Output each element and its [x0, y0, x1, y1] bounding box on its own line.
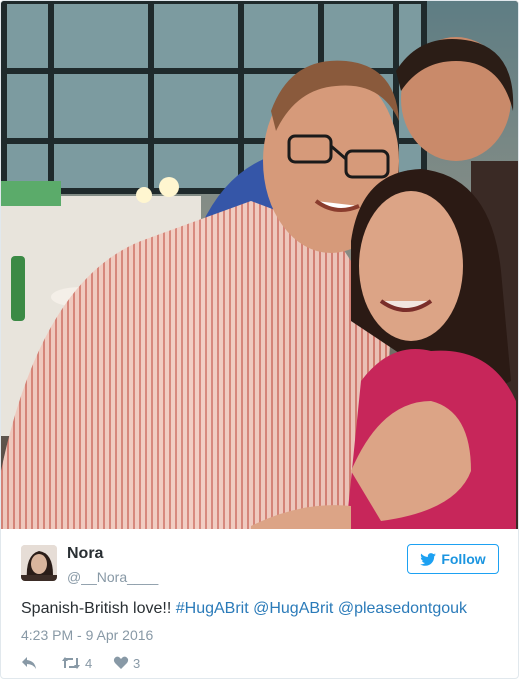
tweet-card: Nora @__Nora____ Follow Spanish-British …	[0, 0, 519, 679]
avatar-image	[21, 545, 57, 581]
retweet-icon	[62, 657, 80, 669]
display-name[interactable]: Nora	[67, 545, 103, 563]
reply-button[interactable]	[21, 656, 61, 670]
tweet-photo[interactable]	[1, 1, 518, 529]
tweet-timestamp[interactable]: 4:23 PM - 9 Apr 2016	[21, 627, 153, 643]
retweet-count: 4	[85, 655, 93, 671]
retweet-button[interactable]: 4	[61, 656, 113, 671]
tweet-text: Spanish-British love!! #HugABrit @HugABr…	[21, 599, 501, 619]
follow-button[interactable]: Follow	[407, 544, 499, 574]
like-count: 3	[133, 655, 141, 671]
like-button[interactable]: 3	[113, 656, 153, 671]
hashtag-link[interactable]: #HugABrit	[176, 600, 249, 617]
avatar[interactable]	[21, 545, 57, 581]
mention-link-pleasedontgouk[interactable]: @pleasedontgouk	[338, 600, 467, 617]
user-handle[interactable]: @__Nora____	[67, 569, 158, 585]
tweet-actions: 4 3	[21, 654, 153, 672]
mention-link-hugabrit[interactable]: @HugABrit	[253, 600, 333, 617]
reply-icon	[22, 657, 36, 669]
heart-icon	[113, 656, 129, 669]
tweet-body: Nora @__Nora____ Follow Spanish-British …	[1, 529, 518, 678]
twitter-bird-icon	[420, 552, 437, 566]
tweet-text-plain: Spanish-British love!!	[21, 600, 176, 617]
follow-label: Follow	[441, 551, 486, 567]
photo-illustration	[1, 1, 518, 529]
